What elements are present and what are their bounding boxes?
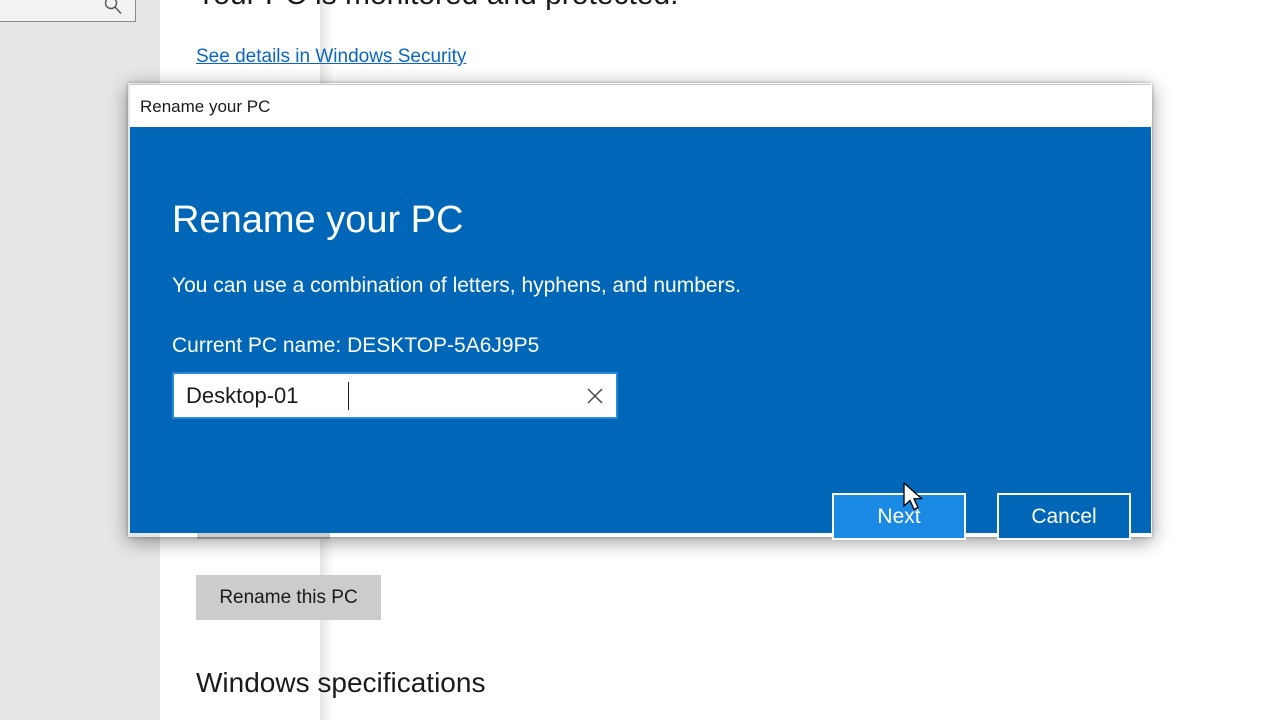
settings-window: Your PC is monitored and protected. See … [0, 0, 1280, 720]
text-caret [348, 382, 349, 410]
cancel-button[interactable]: Cancel [997, 493, 1131, 540]
next-button[interactable]: Next [832, 493, 966, 540]
dialog-title: Rename your PC [140, 97, 271, 116]
dialog-titlebar: Rename your PC [130, 84, 1151, 127]
protection-status-heading: Your PC is monitored and protected. [196, 0, 679, 12]
dialog-button-row: Next Cancel [130, 127, 1151, 540]
dialog-heading: Rename your PC [172, 199, 464, 241]
current-pc-name-label: Current PC name: DESKTOP-5A6J9P5 [172, 334, 540, 357]
dialog-description: You can use a combination of letters, hy… [172, 274, 741, 297]
windows-specifications-heading: Windows specifications [196, 667, 486, 698]
pc-name-field-wrapper[interactable] [172, 372, 618, 419]
rename-this-pc-button[interactable]: Rename this PC [196, 575, 381, 620]
pc-name-input[interactable] [174, 374, 554, 417]
dialog-body: Rename your PC You can use a combination… [130, 127, 1151, 540]
rename-pc-dialog: Rename your PC Rename your PC You can us… [130, 84, 1151, 540]
search-icon [103, 0, 123, 15]
search-input[interactable] [0, 0, 136, 22]
windows-security-details-link[interactable]: See details in Windows Security [196, 46, 466, 68]
close-icon[interactable] [584, 385, 606, 407]
